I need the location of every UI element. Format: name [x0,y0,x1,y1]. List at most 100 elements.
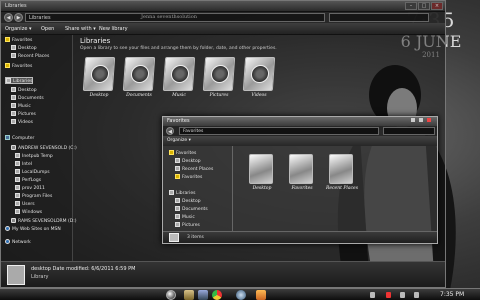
videos-icon [242,57,276,91]
search-input[interactable] [383,127,435,135]
folder-icon [169,233,179,242]
nav-item-pictures[interactable]: Pictures [175,222,200,229]
nav-item-documents[interactable]: Documents [11,95,44,102]
nav-item-windows[interactable]: Windows [15,209,42,216]
nav-item-label: Music [18,104,31,109]
volume-icon[interactable] [414,292,419,298]
nav-item-music[interactable]: Music [175,214,195,221]
back-button[interactable]: ◀ [4,13,13,22]
library-tile-music[interactable]: Music [162,57,196,103]
share-with-button[interactable]: Share with ▾ [65,26,96,32]
clock[interactable]: 7:35 PM [440,291,464,298]
start-button[interactable] [166,290,176,300]
nav-item-label: Computer [12,136,35,141]
nav-item-label: Intel [22,162,32,167]
forward-button[interactable]: ▶ [14,13,23,22]
navigation-pane: Favorites Desktop Recent Places Favorites Li… [163,146,233,231]
favorite-tile-recent-places[interactable]: Recent Places [324,154,360,198]
nav-item-network[interactable]: Network [5,239,31,246]
library-tile-documents[interactable]: Documents [122,57,156,103]
library-icon [6,78,11,83]
minimize-button[interactable] [411,118,415,122]
new-library-button[interactable]: New library [99,26,128,32]
nav-item-music[interactable]: Music [11,103,31,110]
folder-icon[interactable] [184,290,194,300]
nav-item-computer[interactable]: Computer [5,135,34,142]
browser-icon[interactable] [236,290,246,300]
nav-item-label: Recent Places [18,54,50,59]
nav-item-inetpub-temp[interactable]: Inetpub Temp [15,153,53,160]
status-bar: 3 items [163,231,437,243]
nav-item-recent-places[interactable]: Recent Places [11,53,49,60]
nav-item-prov-2011[interactable]: prov 2011 [15,185,45,192]
chrome-icon[interactable] [212,290,222,300]
star-icon [175,174,180,179]
nav-item-label: Videos [18,120,33,125]
nav-item-andrew-sevensold-c-[interactable]: ANDREW SEVENSOLD (C:) [11,145,77,152]
nav-item-label: Libraries [176,191,196,196]
nav-item-label: Libraries [13,79,33,84]
nav-item-localdumps[interactable]: LocalDumps [15,169,50,176]
maximize-button[interactable]: □ [418,2,430,10]
nav-item-my-web-sites-on-msn[interactable]: My Web Sites on MSN [5,226,61,233]
favorite-tile-desktop[interactable]: Desktop [244,154,280,198]
desktop-icon [82,57,116,91]
navigation-pane: Favorites Desktop Recent Places Favorites Li… [1,35,77,261]
address-bar: ◀ Favorites [163,126,437,136]
nav-item-rams-sevensoldrm-d-[interactable]: RAMS SEVENSOLDRM (D:) [11,218,76,225]
library-tile-label: Documents [126,93,152,98]
nav-item-label: RAMS SEVENSOLDRM (D:) [18,219,77,224]
media-icon[interactable] [198,290,208,300]
back-button[interactable]: ◀ [166,127,174,135]
nav-item-label: My Web Sites on MSN [12,227,61,232]
nav-item-label: Windows [22,210,43,215]
library-tile-videos[interactable]: Videos [242,57,276,103]
favorite-tile-label: Recent Places [325,186,358,191]
nav-item-favorites[interactable]: Favorites [5,63,32,70]
library-tile-desktop[interactable]: Desktop [82,57,116,103]
nav-item-label: PerfLogs [22,178,42,183]
nav-item-desktop[interactable]: Desktop [175,198,201,205]
nav-item-perflogs[interactable]: PerfLogs [15,177,41,184]
address-input[interactable]: Favorites [179,127,379,135]
maximize-button[interactable] [419,118,423,122]
nav-item-recent-places[interactable]: Recent Places [175,166,213,173]
nav-item-label: Documents [182,207,208,212]
desktop-icon [175,198,180,203]
nav-item-favorites[interactable]: Favorites [169,150,196,157]
search-input[interactable] [329,13,429,22]
nav-item-desktop[interactable]: Desktop [11,45,37,52]
open-button[interactable]: Open [41,26,54,32]
nav-item-users[interactable]: Users [15,201,35,208]
nav-item-favorites[interactable]: Favorites [5,37,32,44]
organize-button[interactable]: Organize ▾ [167,138,191,143]
nav-item-pictures[interactable]: Pictures [11,111,36,118]
minimize-button[interactable]: – [405,2,417,10]
nav-item-program-files[interactable]: Program Files [15,193,52,200]
nav-item-label: Users [22,202,35,207]
star-icon [5,37,10,42]
nav-item-desktop[interactable]: Desktop [11,87,37,94]
nav-item-label: Favorites [12,38,33,43]
nav-item-libraries[interactable]: Libraries [169,190,195,197]
favorite-tile-favorites[interactable]: Favorites [284,154,320,198]
app-icon[interactable] [256,290,266,300]
library-tile-label: Music [172,93,186,98]
nav-item-desktop[interactable]: Desktop [175,158,201,165]
nav-item-intel[interactable]: Intel [15,161,32,168]
tray-icon[interactable] [386,292,391,298]
nav-item-documents[interactable]: Documents [175,206,208,213]
nav-item-videos[interactable]: Videos [11,119,33,126]
close-button[interactable]: × [431,2,443,10]
library-tile-pictures[interactable]: Pictures [202,57,236,103]
network-icon[interactable] [400,292,405,298]
documents-icon [11,95,16,100]
videos-icon [11,119,16,124]
tray-icon[interactable] [370,292,375,298]
nav-item-favorites[interactable]: Favorites [175,174,202,181]
folder-icon [15,185,20,190]
nav-item-libraries[interactable]: Libraries [5,77,34,84]
folder-icon [15,161,20,166]
organize-button[interactable]: Organize ▾ [5,26,32,32]
close-button[interactable] [427,118,431,122]
